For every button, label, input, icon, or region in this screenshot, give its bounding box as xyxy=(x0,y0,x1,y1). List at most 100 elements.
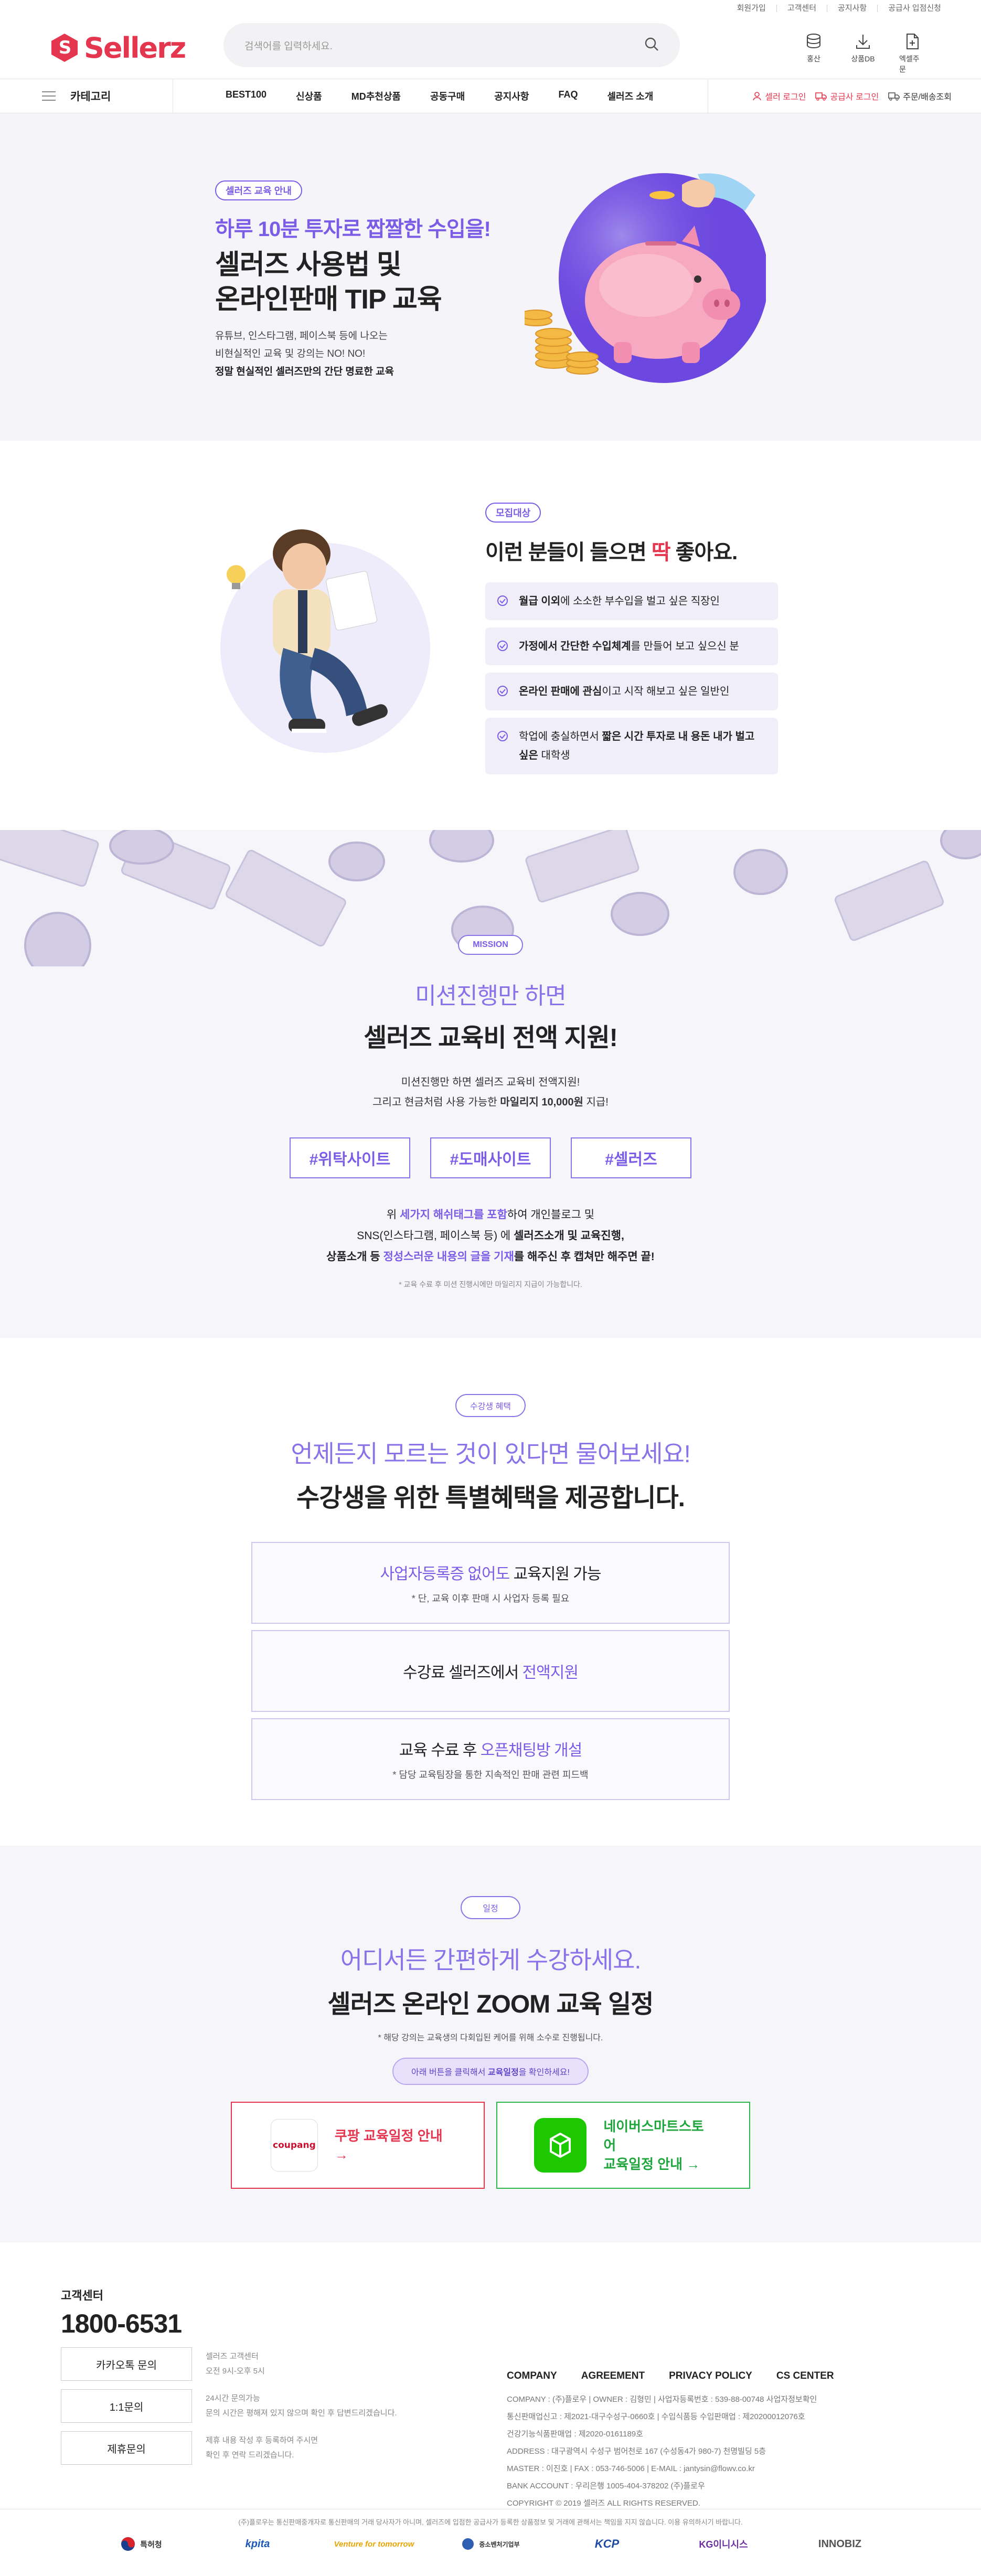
download-icon xyxy=(856,35,870,49)
search-input[interactable]: 검색어를 입력하세요. xyxy=(244,38,333,52)
mission-instr-3a: 상품소개 등 xyxy=(326,1251,383,1263)
seller-login-label: 셀러 로그인 xyxy=(765,93,806,102)
mission-instr-3b: 정성스러운 내용의 글을 기재 xyxy=(383,1251,514,1263)
naver-store-icon xyxy=(534,2118,587,2173)
nav-item-faq[interactable]: FAQ xyxy=(543,89,592,103)
hero-desc-line1: 유튜브, 인스타그램, 페이스북 등에 나오는 xyxy=(215,331,388,342)
hashtag-list: #위탁사이트 #도매사이트 #셀러즈 xyxy=(0,1137,981,1178)
schedule-title-line2: 셀러즈 온라인 ZOOM 교육 일정 xyxy=(327,1990,654,2018)
list-item: 학업에 충실하면서 짧은 시간 투자로 내 용돈 내가 벌고 싶은 대학생 xyxy=(485,718,778,774)
naver-label-line2: 교육일정 안내 → xyxy=(603,2156,700,2172)
category-menu-button[interactable]: 카테고리 xyxy=(0,79,173,113)
logo-mark-icon: S xyxy=(48,31,81,64)
order-lookup-link[interactable]: 주문/배송조회 xyxy=(888,90,952,102)
schedule-cards: coupang 쿠팡 교육일정 안내 → 네이버스마트스토어교육일정 안내 → xyxy=(0,2102,981,2189)
supplier-apply-link[interactable]: 공급사 입점신청 xyxy=(877,4,952,12)
hashtag-wholesale: #도매사이트 xyxy=(430,1137,551,1178)
kakao-inquiry-button[interactable]: 카카오톡 문의 xyxy=(61,2347,192,2381)
mission-desc-line1: 미션진행만 하면 셀러즈 교육비 전액지원! xyxy=(401,1077,580,1088)
target-item-text: 가정에서 간단한 수입체계를 만들어 보고 싶으신 분 xyxy=(519,637,739,656)
order-lookup-label: 주문/배송조회 xyxy=(903,93,952,102)
benefit-title-line2: 수강생을 위한 특별혜택을 제공합니다. xyxy=(296,1484,685,1512)
pill-pre: 아래 버튼을 클릭해서 xyxy=(411,2068,488,2077)
benefit-list: 사업자등록증 없어도 교육지원 가능 * 단, 교육 이후 판매 시 사업자 등… xyxy=(251,1542,730,1800)
ministry-emblem-icon xyxy=(462,2538,474,2550)
disclaimer: (주)플로우는 통신판매중개자로 통신판매의 거래 당사자가 아니며, 셀러즈에… xyxy=(0,2509,981,2527)
partner-logos: 특허청 kpita Venture for tomorrow 중소벤처기업부 K… xyxy=(0,2531,981,2557)
partner-logo-innobiz: INNOBIZ xyxy=(782,2531,898,2557)
partnership-inquiry-button[interactable]: 제휴문의 xyxy=(61,2431,192,2465)
one-to-one-desc: 24시간 문의가능 문의 시간은 평해져 있지 않으며 확인 후 답변드리겠습니다… xyxy=(206,2389,397,2421)
footer-link-company[interactable]: COMPANY xyxy=(507,2367,557,2385)
schedule-note: * 해당 강의는 교육생의 다회입된 케어를 위해 소수로 진행됩니다. xyxy=(378,2034,603,2042)
piggy-bank-illustration xyxy=(525,173,766,383)
hero-section: 셀러즈 교육 안내 하루 10분 투자로 짭짤한 수입을! 셀러즈 사용법 및 … xyxy=(0,113,981,441)
partner-logo-label: KCP xyxy=(594,2537,620,2550)
supplier-login-label: 공급사 로그인 xyxy=(830,93,879,102)
target-list: 월급 이외에 소소한 부수입을 벌고 싶은 직장인 가정에서 간단한 수입체계를… xyxy=(485,582,778,774)
schedule-badge: 일정 xyxy=(461,1896,520,1919)
search-icon[interactable] xyxy=(644,37,659,54)
naver-label-line1: 네이버스마트스토어 xyxy=(603,2119,704,2153)
schedule-guide-pill: 아래 버튼을 클릭해서 교육일정을 확인하세요! xyxy=(392,2058,589,2085)
excel-order-label: 엑셀주문 xyxy=(899,55,920,73)
check-circle-icon xyxy=(497,731,508,741)
partner-logo-mss: 중소벤처기업부 xyxy=(432,2531,549,2557)
nav-item-best100[interactable]: BEST100 xyxy=(211,89,281,103)
desc-line: 확인 후 연락 드리겠습니다. xyxy=(206,2451,294,2460)
company-info-line: COMPANY : (주)플로우 | OWNER : 김형민 | 사업자등록번호… xyxy=(507,2395,817,2404)
customer-center-link[interactable]: 고객센터 xyxy=(776,4,827,12)
seller-login-link[interactable]: 셀러 로그인 xyxy=(752,90,806,102)
naver-schedule-button[interactable]: 네이버스마트스토어교육일정 안내 → xyxy=(496,2102,750,2189)
partner-logo-label: 중소벤처기업부 xyxy=(479,2540,520,2548)
mission-title-line2: 셀러즈 교육비 전액 지원! xyxy=(364,1024,618,1052)
benefit-box-open-chat: 교육 수료 후 오픈채팅방 개설 * 담당 교육팀장을 통한 지속적인 판매 관… xyxy=(251,1718,730,1800)
check-circle-icon xyxy=(497,595,508,606)
supplier-login-link[interactable]: 공급사 로그인 xyxy=(815,90,879,102)
nav-item-about[interactable]: 셀러즈 소개 xyxy=(592,89,668,103)
nav-item-notice[interactable]: 공지사항 xyxy=(479,89,543,103)
delivery-icon xyxy=(888,92,900,101)
category-label: 카테고리 xyxy=(70,91,111,103)
partnership-desc: 제휴 내용 작성 후 등록하여 주시면 확인 후 연락 드리겠습니다. xyxy=(206,2431,318,2463)
schedule-section: 일정 어디서든 간편하게 수강하세요. 셀러즈 온라인 ZOOM 교육 일정 *… xyxy=(0,1846,981,2242)
nav-item-md-pick[interactable]: MD추천상품 xyxy=(337,89,415,103)
mission-instr-2a: SNS(인스타그램, 페이스북 등) 에 xyxy=(357,1230,514,1242)
target-item-text: 월급 이외에 소소한 부수입을 벌고 싶은 직장인 xyxy=(519,592,720,611)
logo[interactable]: S Sellerz xyxy=(48,31,186,65)
footer-links: COMPANY AGREEMENT PRIVACY POLICY CS CENT… xyxy=(507,2367,834,2385)
excel-order-shortcut[interactable]: 엑셀주문 xyxy=(899,33,925,74)
hero-desc-line2: 비현실적인 교육 및 강의는 NO! NO! xyxy=(215,348,366,359)
nav-item-new[interactable]: 신상품 xyxy=(281,89,337,103)
benefit-box1-sub: * 단, 교육 이후 판매 시 사업자 등록 필요 xyxy=(411,1593,570,1604)
pill-post: 을 확인하세요! xyxy=(518,2068,570,2077)
check-circle-icon xyxy=(497,641,508,651)
hashtag-sellerz: #셀러즈 xyxy=(571,1137,691,1178)
target-item-bold: 온라인 판매에 관심 xyxy=(519,686,602,697)
hero-title-line1: 셀러즈 사용법 및 xyxy=(215,250,402,280)
hero-desc-line3: 정말 현실적인 셀러즈만의 간단 명료한 교육 xyxy=(215,366,394,377)
search-bar[interactable]: 검색어를 입력하세요. xyxy=(223,23,680,67)
signup-link[interactable]: 회원가입 xyxy=(727,4,776,12)
desc-line: 셀러즈 고객센터 xyxy=(206,2352,259,2361)
header: S Sellerz 검색어를 입력하세요. 홍산 상품DB 엑셀주문 xyxy=(0,17,981,79)
nav-menu: BEST100 신상품 MD추천상품 공동구매 공지사항 FAQ 셀러즈 소개 xyxy=(211,89,668,103)
mission-title-line1: 미션진행만 하면 xyxy=(415,983,567,1009)
partner-logo-kg-inicis: KG이니시스 xyxy=(665,2531,782,2557)
database-shortcut[interactable]: 홍산 xyxy=(801,33,827,74)
footer-link-cs[interactable]: CS CENTER xyxy=(776,2367,834,2385)
benefit-box1-post: 교육지원 가능 xyxy=(509,1566,602,1583)
database-icon xyxy=(807,34,820,49)
notice-link[interactable]: 공지사항 xyxy=(827,4,877,12)
footer-link-privacy[interactable]: PRIVACY POLICY xyxy=(669,2367,752,2385)
hero-title: 셀러즈 사용법 및 온라인판매 TIP 교육 xyxy=(215,248,491,317)
product-db-shortcut[interactable]: 상품DB xyxy=(850,33,876,74)
target-item-rest: 이고 시작 해보고 싶은 일반인 xyxy=(602,686,730,697)
target-title-highlight: 딱 xyxy=(651,541,671,564)
excel-file-icon xyxy=(907,34,919,49)
footer-link-agreement[interactable]: AGREEMENT xyxy=(581,2367,645,2385)
coupang-schedule-button[interactable]: coupang 쿠팡 교육일정 안내 → xyxy=(231,2102,485,2189)
nav-item-group-buy[interactable]: 공동구매 xyxy=(415,89,479,103)
one-to-one-inquiry-button[interactable]: 1:1문의 xyxy=(61,2389,192,2423)
company-info: COMPANY AGREEMENT PRIVACY POLICY CS CENT… xyxy=(507,2367,834,2512)
